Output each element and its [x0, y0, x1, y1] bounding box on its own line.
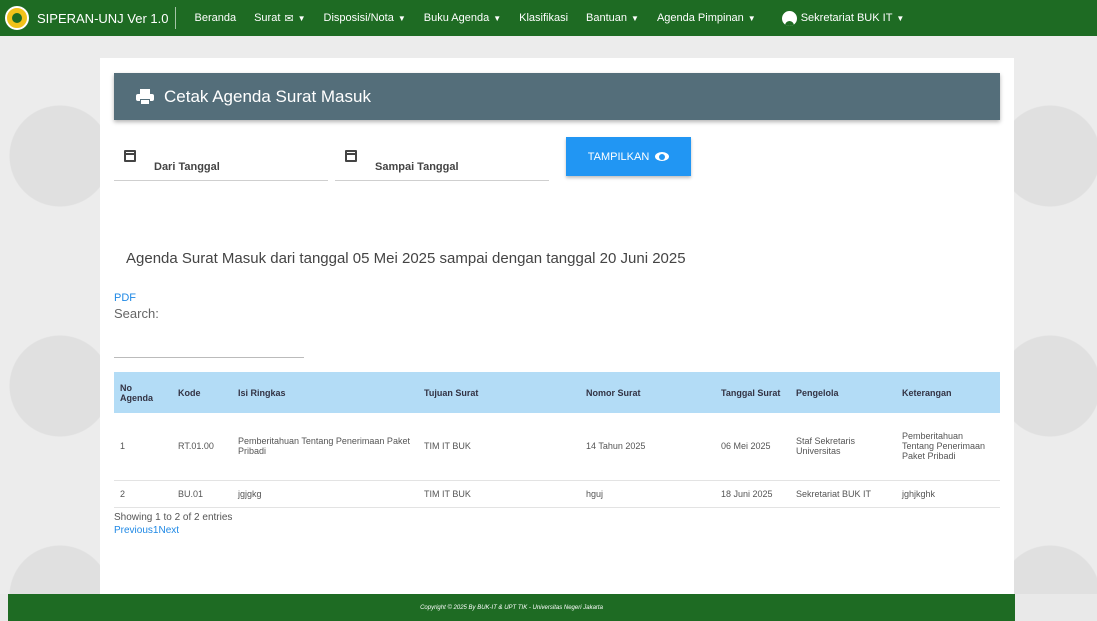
table-row: 1 RT.01.00 Pemberitahuan Tentang Penerim… [114, 413, 1000, 481]
footer-copyright: Copyright © 2025 By BUK-IT & UPT TIK - U… [420, 604, 603, 611]
caret-down-icon: ▼ [297, 13, 306, 23]
calendar-icon [345, 150, 357, 162]
nav-klasifikasi[interactable]: Klasifikasi [510, 12, 577, 24]
nav-buku-agenda[interactable]: Buku Agenda ▼ [415, 12, 510, 24]
nav-label: Buku Agenda [423, 12, 490, 24]
envelope-icon: ✉ [284, 12, 294, 25]
nav-bantuan[interactable]: Bantuan ▼ [577, 12, 648, 24]
brand-name[interactable]: SIPERAN-UNJ Ver 1.0 [37, 11, 169, 26]
cell: TIM IT BUK [418, 480, 580, 508]
cell: BU.01 [172, 480, 232, 508]
pagination: Previous1Next [114, 525, 179, 536]
user-name: Sekretariat BUK IT [800, 12, 893, 24]
table-row: 2 BU.01 jgjgkg TIM IT BUK hguj 18 Juni 2… [114, 480, 1000, 508]
tampilkan-label: TAMPILKAN [587, 150, 650, 163]
cell: Pemberitahuan Tentang Penerimaan Paket P… [232, 413, 418, 481]
nav-label: Klasifikasi [519, 12, 569, 24]
col-kode[interactable]: Kode [172, 372, 232, 413]
nav-surat[interactable]: Surat ✉ ▼ [245, 12, 314, 25]
nav-label: Bantuan [586, 12, 628, 24]
nav-disposisi-nota[interactable]: Disposisi/Nota ▼ [315, 12, 415, 24]
nav-label: Disposisi/Nota [323, 12, 394, 24]
cell: jgjgkg [232, 480, 418, 508]
cell: jghjkghk [896, 480, 1000, 508]
user-circle-icon [781, 10, 797, 26]
cell: 2 [114, 480, 172, 508]
nav-divider [174, 7, 176, 29]
cell: 06 Mei 2025 [715, 413, 790, 481]
cell: Staf Sekretaris Universitas [790, 413, 896, 481]
nav-agenda-pimpinan[interactable]: Agenda Pimpinan ▼ [648, 12, 765, 24]
table-header-row: No Agenda Kode Isi Ringkas Tujuan Surat … [114, 372, 1000, 413]
pdf-link[interactable]: PDF [114, 292, 136, 304]
main-content: Cetak Agenda Surat Masuk [100, 58, 1014, 594]
table-info: Showing 1 to 2 of 2 entries [114, 512, 233, 523]
date-from-field[interactable]: Dari Tanggal [114, 145, 328, 181]
col-tanggal-surat[interactable]: Tanggal Surat [715, 372, 790, 413]
tampilkan-button[interactable]: TAMPILKAN [566, 137, 691, 176]
date-from-label: Dari Tanggal [154, 161, 220, 173]
page-title: Cetak Agenda Surat Masuk [164, 86, 371, 106]
nav-label: Surat [254, 12, 281, 24]
nav-label: Beranda [194, 12, 237, 24]
col-no-agenda[interactable]: No Agenda [114, 372, 172, 413]
calendar-icon [124, 150, 136, 162]
date-to-field[interactable]: Sampai Tanggal [335, 145, 549, 181]
nav-user-menu[interactable]: Sekretariat BUK IT ▼ [773, 10, 914, 26]
footer: Copyright © 2025 By BUK-IT & UPT TIK - U… [8, 594, 1015, 621]
cell: hguj [580, 480, 715, 508]
col-keterangan[interactable]: Keterangan [896, 372, 1000, 413]
nav-label: Agenda Pimpinan [656, 12, 744, 24]
eye-icon [655, 152, 670, 161]
nav-beranda[interactable]: Beranda [186, 12, 246, 24]
pagination-next[interactable]: Next [158, 525, 179, 536]
navbar: SIPERAN-UNJ Ver 1.0 Beranda Surat ✉ ▼ Di… [0, 0, 1097, 36]
col-tujuan-surat[interactable]: Tujuan Surat [418, 372, 580, 413]
pagination-previous[interactable]: Previous [114, 525, 153, 536]
cell: Sekretariat BUK IT [790, 480, 896, 508]
caret-down-icon: ▼ [493, 13, 502, 23]
cell: 1 [114, 413, 172, 481]
caret-down-icon: ▼ [631, 13, 639, 23]
unj-logo-icon[interactable] [5, 6, 29, 30]
col-isi-ringkas[interactable]: Isi Ringkas [232, 372, 418, 413]
col-pengelola[interactable]: Pengelola [790, 372, 896, 413]
cell: 14 Tahun 2025 [580, 413, 715, 481]
col-nomor-surat[interactable]: Nomor Surat [580, 372, 715, 413]
search-label: Search: [114, 306, 159, 321]
cell: 18 Juni 2025 [715, 480, 790, 508]
page-header: Cetak Agenda Surat Masuk [114, 73, 1000, 120]
cell: TIM IT BUK [418, 413, 580, 481]
search-input[interactable] [114, 340, 304, 358]
cell: RT.01.00 [172, 413, 232, 481]
agenda-table: No Agenda Kode Isi Ringkas Tujuan Surat … [114, 372, 1000, 508]
date-to-label: Sampai Tanggal [375, 161, 459, 173]
caret-down-icon: ▼ [747, 13, 756, 23]
cell: Pemberitahuan Tentang Penerimaan Paket P… [896, 413, 1000, 481]
report-title: Agenda Surat Masuk dari tanggal 05 Mei 2… [126, 250, 686, 267]
caret-down-icon: ▼ [896, 13, 905, 23]
printer-icon [136, 88, 154, 105]
caret-down-icon: ▼ [397, 13, 406, 23]
